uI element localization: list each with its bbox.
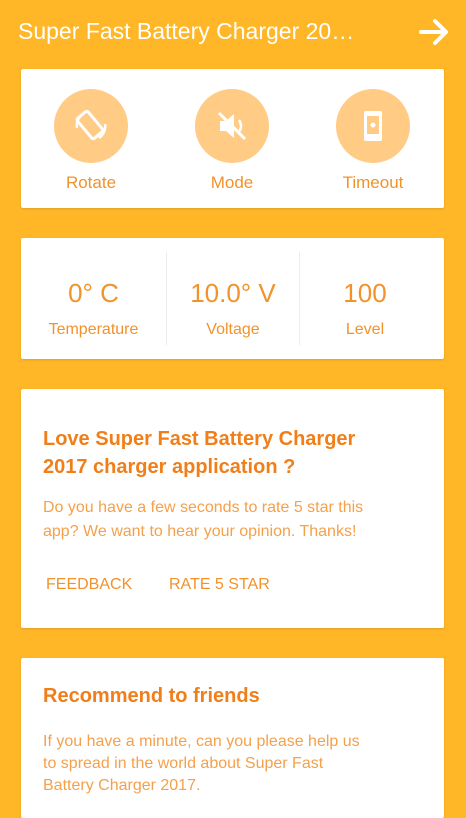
rate-body-line1: Do you have a few seconds to rate 5 star…	[43, 499, 364, 516]
feedback-button[interactable]: FEEDBACK	[46, 576, 132, 594]
level-label: Level	[345, 321, 385, 338]
rotate-icon	[54, 89, 128, 163]
level-stat: 100 Level	[300, 238, 430, 359]
recommend-heading: Recommend to friends	[43, 685, 260, 707]
app-title: Super Fast Battery Charger 20…	[18, 18, 355, 44]
arrow-right-icon[interactable]	[418, 16, 452, 48]
battery-stats-card: 0° C Temperature 10.0° V Voltage 100 Lev…	[21, 238, 444, 359]
temperature-value: 0° C	[68, 278, 119, 308]
recommend-body-line1: If you have a minute, can you please hel…	[43, 733, 360, 750]
recommend-body-line2: to spread in the world about Super Fast	[43, 755, 324, 772]
mode-button[interactable]: Mode	[182, 89, 282, 193]
mode-label: Mode	[210, 173, 254, 192]
temperature-label: Temperature	[48, 321, 139, 338]
voltage-stat: 10.0° V Voltage	[167, 238, 299, 359]
rate-5-star-button[interactable]: RATE 5 STAR	[169, 576, 270, 594]
recommend-body-line3: Battery Charger 2017.	[43, 777, 201, 794]
rotate-button[interactable]: Rotate	[41, 89, 141, 193]
temperature-stat: 0° C Temperature	[21, 238, 166, 359]
app-bar: Super Fast Battery Charger 20…	[0, 0, 466, 64]
voltage-label: Voltage	[206, 321, 260, 338]
timeout-button[interactable]: Timeout	[323, 89, 423, 193]
rate-app-card: Love Super Fast Battery Charger 2017 cha…	[21, 389, 444, 628]
rate-heading-line2: 2017 charger application ?	[43, 456, 296, 478]
rate-heading-line1: Love Super Fast Battery Charger	[43, 428, 356, 450]
quick-actions-card: Rotate Mode Timeout	[21, 69, 444, 208]
rate-body-line2: app? We want to hear your opinion. Thank…	[43, 523, 357, 540]
recommend-card: Recommend to friends If you have a minut…	[21, 658, 444, 818]
voltage-value: 10.0° V	[190, 278, 276, 308]
level-value: 100	[343, 278, 387, 308]
mute-icon	[195, 89, 269, 163]
phone-timeout-icon	[336, 89, 410, 163]
timeout-label: Timeout	[342, 173, 404, 192]
rotate-label: Rotate	[65, 173, 117, 192]
